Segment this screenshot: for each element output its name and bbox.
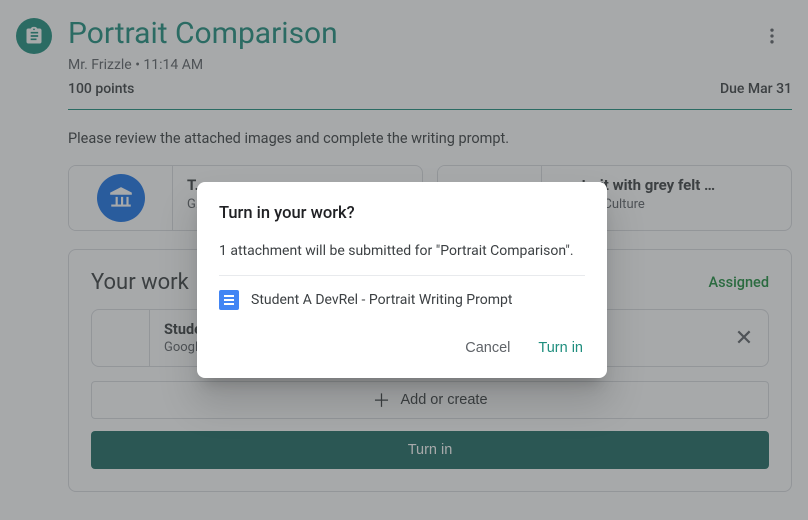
dialog-title: Turn in your work? (219, 204, 585, 223)
dialog-body: 1 attachment will be submitted for "Port… (219, 243, 585, 259)
dialog-divider (219, 275, 585, 276)
confirm-turn-in-button[interactable]: Turn in (536, 336, 585, 360)
dialog-attachment-row: Student A DevRel - Portrait Writing Prom… (219, 290, 585, 310)
google-docs-icon (219, 290, 239, 310)
turn-in-dialog: Turn in your work? 1 attachment will be … (197, 182, 607, 378)
dialog-actions: Cancel Turn in (197, 322, 607, 378)
dialog-attachment-name: Student A DevRel - Portrait Writing Prom… (251, 292, 512, 308)
cancel-button[interactable]: Cancel (463, 336, 512, 360)
